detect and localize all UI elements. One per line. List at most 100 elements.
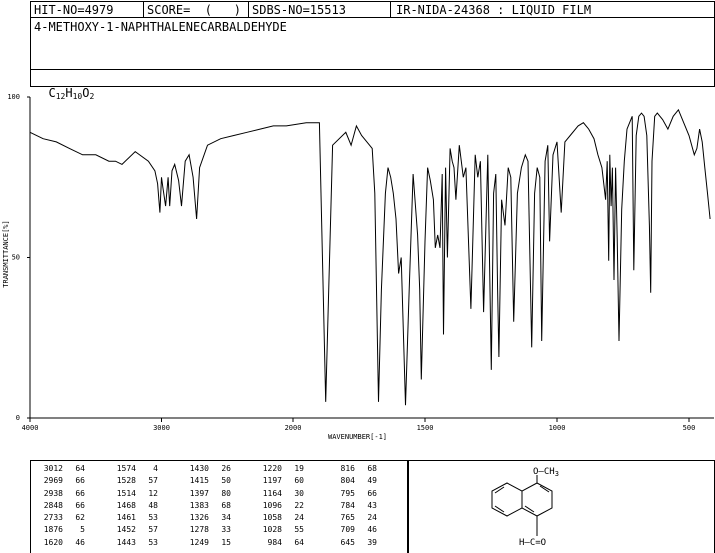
peak-transmittance: 34 — [221, 513, 231, 523]
peak-wavenumber: 1197 — [262, 476, 282, 486]
peak-row: 1876 5 1452 57 1278 33 1028 55 709 46 — [37, 524, 377, 536]
structure-box — [408, 460, 715, 553]
peak-wavenumber: 984 — [267, 537, 282, 547]
peak-spacer — [158, 512, 183, 524]
peak-spacer — [304, 463, 329, 475]
peak-spacer — [158, 524, 183, 536]
peak-wavenumber: 645 — [340, 537, 355, 547]
y-axis-label: TRANSMITTANCE[%] — [2, 220, 10, 288]
peak-spacer — [158, 500, 183, 512]
peak-wavenumber: 784 — [340, 500, 355, 510]
peak-wavenumber: 1876 — [43, 525, 63, 535]
peak-row: 2848 66 1468 48 1383 68 1096 22 784 43 — [37, 500, 377, 512]
peak-transmittance: 57 — [148, 476, 158, 486]
peak-transmittance: 80 — [221, 488, 231, 498]
peak-spacer — [158, 537, 183, 549]
peak-wavenumber: 1514 — [116, 488, 136, 498]
peak-wavenumber: 1430 — [189, 464, 209, 473]
peak-transmittance: 57 — [148, 525, 158, 535]
peak-spacer — [85, 500, 110, 512]
peak-transmittance: 15 — [221, 537, 231, 547]
peak-wavenumber: 1397 — [189, 488, 209, 498]
peak-wavenumber: 2848 — [43, 500, 63, 510]
peak-wavenumber: 765 — [340, 513, 355, 523]
peak-transmittance: 55 — [294, 525, 304, 535]
peak-transmittance: 43 — [367, 500, 377, 510]
peak-transmittance: 64 — [294, 537, 304, 547]
peak-transmittance: 19 — [294, 464, 304, 473]
peak-spacer — [85, 512, 110, 524]
peak-wavenumber: 1164 — [262, 488, 282, 498]
peak-wavenumber: 1326 — [189, 513, 209, 523]
peak-transmittance: 66 — [75, 476, 85, 486]
peak-wavenumber: 1443 — [116, 537, 136, 547]
peak-wavenumber: 1278 — [189, 525, 209, 535]
axis-frame — [29, 97, 714, 419]
y-tick-label: 0 — [16, 414, 20, 422]
methoxy-group: O—CH3 — [533, 467, 559, 478]
peak-transmittance: 66 — [367, 488, 377, 498]
peak-table: 3012 64 1574 4 1430 26 1220 19 816 68 2969 66 1528 57… — [37, 463, 377, 549]
peak-spacer — [231, 524, 256, 536]
peak-transmittance: 53 — [148, 537, 158, 547]
peak-wavenumber: 1452 — [116, 525, 136, 535]
peak-spacer — [231, 512, 256, 524]
peak-wavenumber: 816 — [340, 464, 355, 473]
peak-wavenumber: 2733 — [43, 513, 63, 523]
peak-wavenumber: 1528 — [116, 476, 136, 486]
peak-spacer — [85, 524, 110, 536]
peak-row: 3012 64 1574 4 1430 26 1220 19 816 68 — [37, 463, 377, 475]
peak-transmittance: 39 — [367, 537, 377, 547]
peak-spacer — [85, 463, 110, 475]
peak-transmittance: 46 — [367, 525, 377, 535]
peak-transmittance: 60 — [294, 476, 304, 486]
peak-wavenumber: 1620 — [43, 537, 63, 547]
peak-wavenumber: 1249 — [189, 537, 209, 547]
peak-transmittance: 64 — [75, 464, 85, 473]
x-tick-label: 1500 — [417, 424, 434, 432]
x-tick-label: 500 — [683, 424, 696, 432]
peak-transmittance: 62 — [75, 513, 85, 523]
peak-row: 2733 62 1461 53 1326 34 1058 24 765 24 — [37, 512, 377, 524]
peak-transmittance: 53 — [148, 513, 158, 523]
peak-transmittance: 12 — [148, 488, 158, 498]
peak-transmittance: 66 — [75, 488, 85, 498]
peak-transmittance: 33 — [221, 525, 231, 535]
peak-spacer — [85, 488, 110, 500]
peak-spacer — [304, 524, 329, 536]
peak-wavenumber: 1220 — [262, 464, 282, 473]
peak-wavenumber: 795 — [340, 488, 355, 498]
peak-row: 1620 46 1443 53 1249 15 984 64 645 39 — [37, 537, 377, 549]
peak-spacer — [231, 500, 256, 512]
x-axis-label: WAVENUMBER[-1] — [328, 433, 388, 441]
peak-spacer — [231, 488, 256, 500]
peak-spacer — [304, 475, 329, 487]
peak-transmittance: 68 — [367, 464, 377, 473]
peak-spacer — [231, 537, 256, 549]
peak-wavenumber: 1461 — [116, 513, 136, 523]
peak-spacer — [158, 488, 183, 500]
peak-transmittance: 5 — [80, 525, 85, 535]
peak-spacer — [231, 463, 256, 475]
peak-spacer — [158, 475, 183, 487]
peak-spacer — [304, 537, 329, 549]
peak-spacer — [231, 475, 256, 487]
peak-transmittance: 22 — [294, 500, 304, 510]
peak-transmittance: 24 — [367, 513, 377, 523]
peak-spacer — [85, 537, 110, 549]
chart-axes — [29, 97, 714, 419]
peak-transmittance: 50 — [221, 476, 231, 486]
peak-wavenumber: 3012 — [43, 464, 63, 473]
x-tick-label: 3000 — [153, 424, 170, 432]
peak-wavenumber: 2969 — [43, 476, 63, 486]
aldehyde-group: H—C=O — [519, 538, 547, 548]
y-tick-label: 100 — [7, 93, 20, 101]
peak-spacer — [158, 463, 183, 475]
peak-spacer — [85, 475, 110, 487]
peak-wavenumber: 1096 — [262, 500, 282, 510]
peak-wavenumber: 1415 — [189, 476, 209, 486]
peak-transmittance: 46 — [75, 537, 85, 547]
spectrum-line — [29, 108, 711, 406]
peak-spacer — [304, 488, 329, 500]
peak-transmittance: 66 — [75, 500, 85, 510]
